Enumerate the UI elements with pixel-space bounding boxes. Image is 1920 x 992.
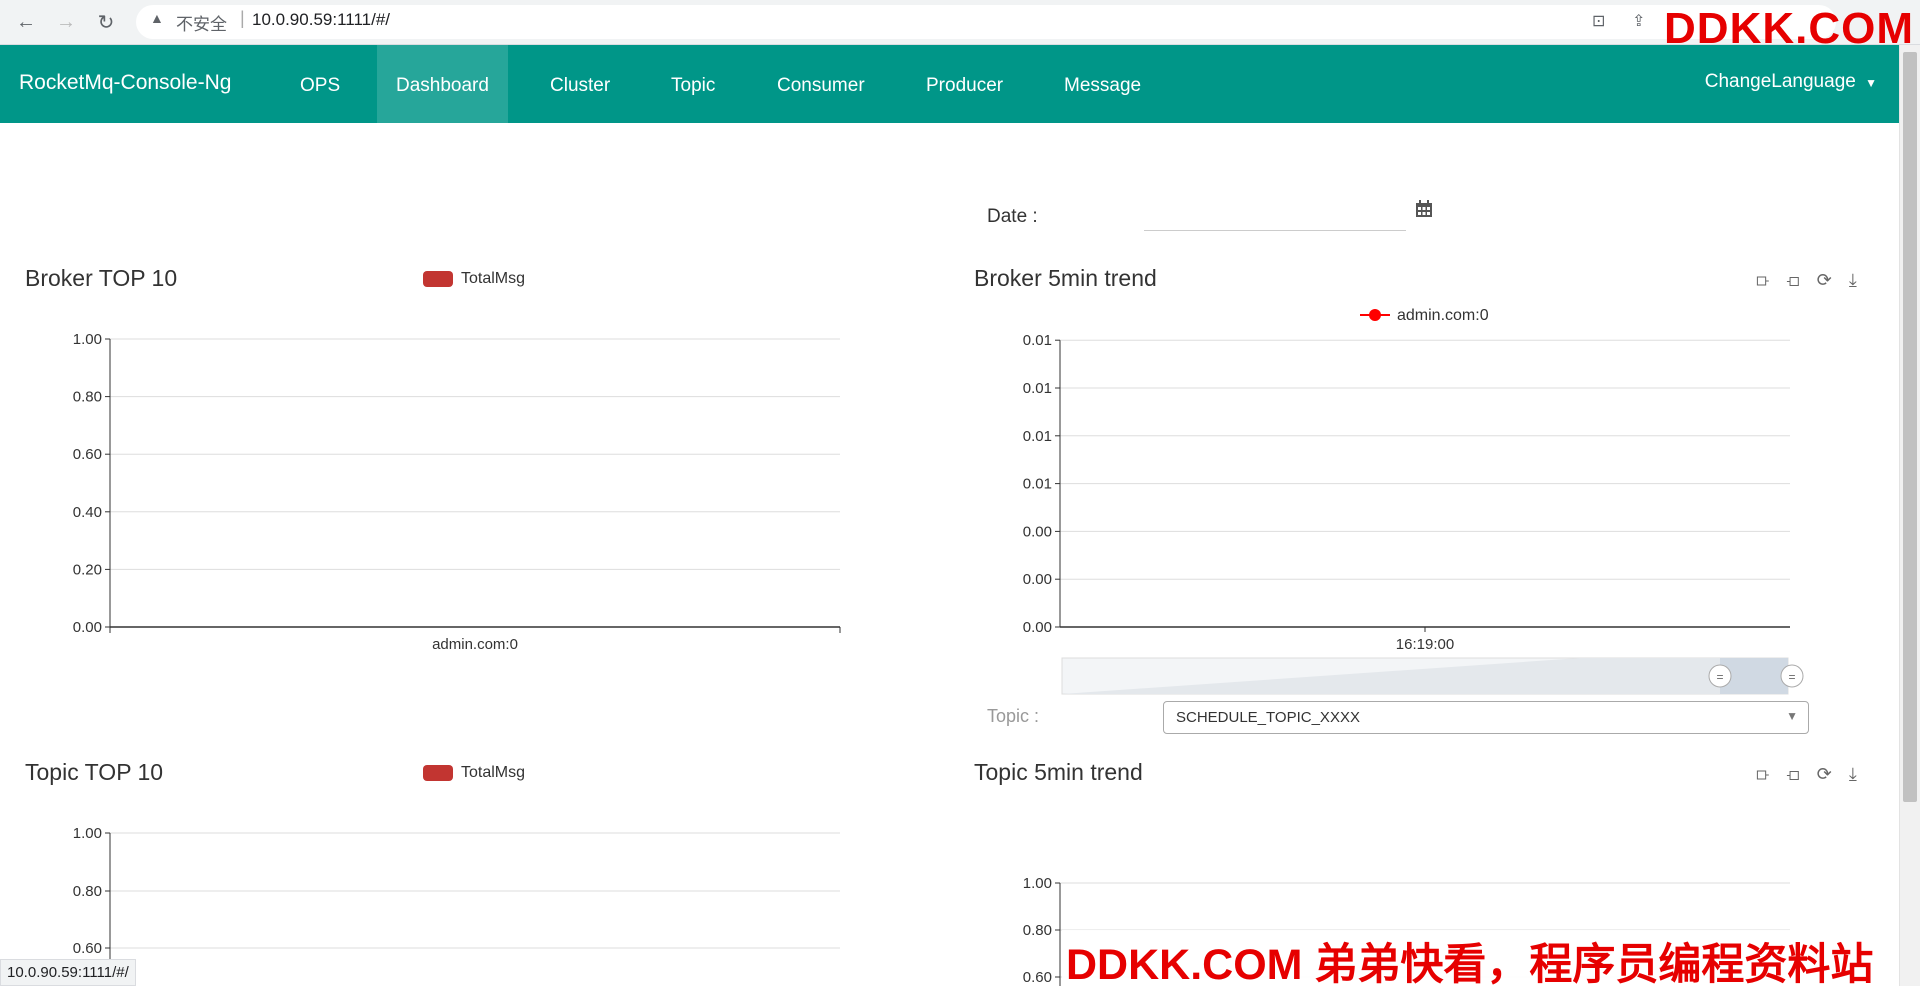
datazoom-handle-right-grip: = [1788, 670, 1795, 684]
nav-item-consumer[interactable]: Consumer [758, 45, 884, 123]
back-arrow-icon[interactable]: ← [12, 8, 40, 36]
broker-top10-title: Broker TOP 10 [25, 265, 178, 291]
x-tick-label: admin.com:0 [432, 636, 518, 653]
y-tick-label: 1.00 [1023, 875, 1052, 892]
nav-item-cluster[interactable]: Cluster [531, 45, 629, 123]
address-bar[interactable] [136, 5, 1836, 39]
insecure-label[interactable]: 不安全 [176, 10, 227, 35]
reload-icon[interactable]: ↻ [92, 8, 120, 36]
topic-trend-title: Topic 5min trend [974, 759, 1143, 785]
date-input[interactable] [1144, 200, 1406, 231]
change-language-label: ChangeLanguage [1704, 71, 1856, 92]
share-icon[interactable]: ⇪ [1632, 11, 1645, 31]
topic-top10-legend-swatch[interactable] [423, 765, 453, 781]
broker-top10-legend-swatch[interactable] [423, 271, 453, 287]
url-text[interactable]: 10.0.90.59:1111/#/ [252, 10, 390, 30]
y-tick-label: 0.80 [1023, 922, 1052, 939]
warning-triangle-icon[interactable]: ▲ [150, 10, 164, 26]
broker-trend-title: Broker 5min trend [974, 265, 1157, 291]
topic-select-value: SCHEDULE_TOPIC_XXXX [1176, 709, 1360, 726]
y-tick-label: 0.01 [1023, 476, 1052, 493]
y-tick-label: 0.00 [1023, 571, 1052, 588]
y-tick-label: 0.01 [1023, 332, 1052, 349]
y-tick-label: 0.00 [1023, 619, 1052, 636]
browser-toolbar: ← → ↻ ▲ 不安全 | 10.0.90.59:1111/#/ ⊡ ⇪ DDK… [0, 0, 1920, 53]
datazoom-handle-left-grip: = [1716, 670, 1723, 684]
topic-trend-toolbox: ⟥ ⟤ ⟳ ⤓ [1756, 764, 1857, 785]
y-tick-label: 0.60 [73, 940, 102, 957]
calendar-icon[interactable] [1415, 200, 1433, 218]
dropdown-arrow-icon: ▼ [1786, 709, 1798, 723]
y-tick-label: 0.00 [1023, 523, 1052, 540]
y-tick-label: 0.00 [73, 619, 102, 636]
caret-down-icon: ▼ [1865, 76, 1877, 90]
date-label: Date : [987, 206, 1038, 227]
restore-icon[interactable]: ⟳ [1817, 764, 1832, 784]
nav-item-producer[interactable]: Producer [907, 45, 1022, 123]
change-language-dropdown[interactable]: ChangeLanguage ▼ [1705, 71, 1877, 93]
y-tick-label: 0.60 [1023, 969, 1052, 986]
topic-top10-legend-label[interactable]: TotalMsg [461, 764, 525, 782]
data-zoom-icon[interactable]: ⟥ [1756, 270, 1769, 290]
y-tick-label: 0.01 [1023, 428, 1052, 445]
nav-item-dashboard[interactable]: Dashboard [377, 45, 508, 123]
legend-marker [1369, 309, 1381, 321]
restore-icon[interactable]: ⟳ [1817, 270, 1832, 290]
x-tick-label: 16:19:00 [1396, 636, 1454, 653]
scrollbar-thumb[interactable] [1903, 52, 1917, 802]
y-tick-label: 0.80 [73, 389, 102, 406]
zoom-reset-icon[interactable]: ⟤ [1786, 270, 1799, 290]
zoom-reset-icon[interactable]: ⟤ [1786, 764, 1799, 784]
save-image-icon[interactable]: ⤓ [1849, 764, 1857, 784]
nav-item-message[interactable]: Message [1045, 45, 1160, 123]
forward-arrow-icon[interactable]: → [52, 8, 80, 36]
y-tick-label: 0.01 [1023, 380, 1052, 397]
app-navbar: RocketMq-Console-Ng OPS Dashboard Cluste… [0, 45, 1900, 123]
y-tick-label: 0.60 [73, 446, 102, 463]
broker-trend-chart: 0.00 0.00 0.00 0.01 0.01 0.01 0.01 admin.com:0 1… [1023, 307, 1804, 695]
y-tick-label: 0.20 [73, 561, 102, 578]
brand-title[interactable]: RocketMq-Console-Ng [19, 71, 231, 95]
translate-icon[interactable]: ⊡ [1592, 11, 1605, 31]
legend-label: admin.com:0 [1397, 307, 1489, 324]
nav-item-ops[interactable]: OPS [281, 45, 359, 123]
topic-select[interactable]: SCHEDULE_TOPIC_XXXX ▼ [1163, 701, 1809, 734]
watermark-bottom: DDKK.COM 弟弟快看，程序员编程资料站 [1062, 930, 1878, 992]
data-zoom-icon[interactable]: ⟥ [1756, 764, 1769, 784]
y-tick-label: 1.00 [73, 331, 102, 348]
topic-label: Topic : [987, 706, 1040, 726]
broker-top10-chart: 0.00 0.20 0.40 0.60 0.80 1.00 admin.com:0 [73, 331, 841, 653]
url-separator: | [240, 8, 245, 28]
broker-trend-toolbox: ⟥ ⟤ ⟳ ⤓ [1756, 270, 1857, 291]
nav-item-topic[interactable]: Topic [652, 45, 734, 123]
y-tick-label: 0.80 [73, 883, 102, 900]
broker-top10-legend-label[interactable]: TotalMsg [461, 270, 525, 288]
y-tick-label: 0.40 [73, 504, 102, 521]
save-image-icon[interactable]: ⤓ [1849, 270, 1857, 290]
y-tick-label: 1.00 [73, 825, 102, 842]
status-bar-url: 10.0.90.59:1111/#/ [0, 959, 136, 986]
topic-top10-title: Topic TOP 10 [25, 759, 164, 785]
